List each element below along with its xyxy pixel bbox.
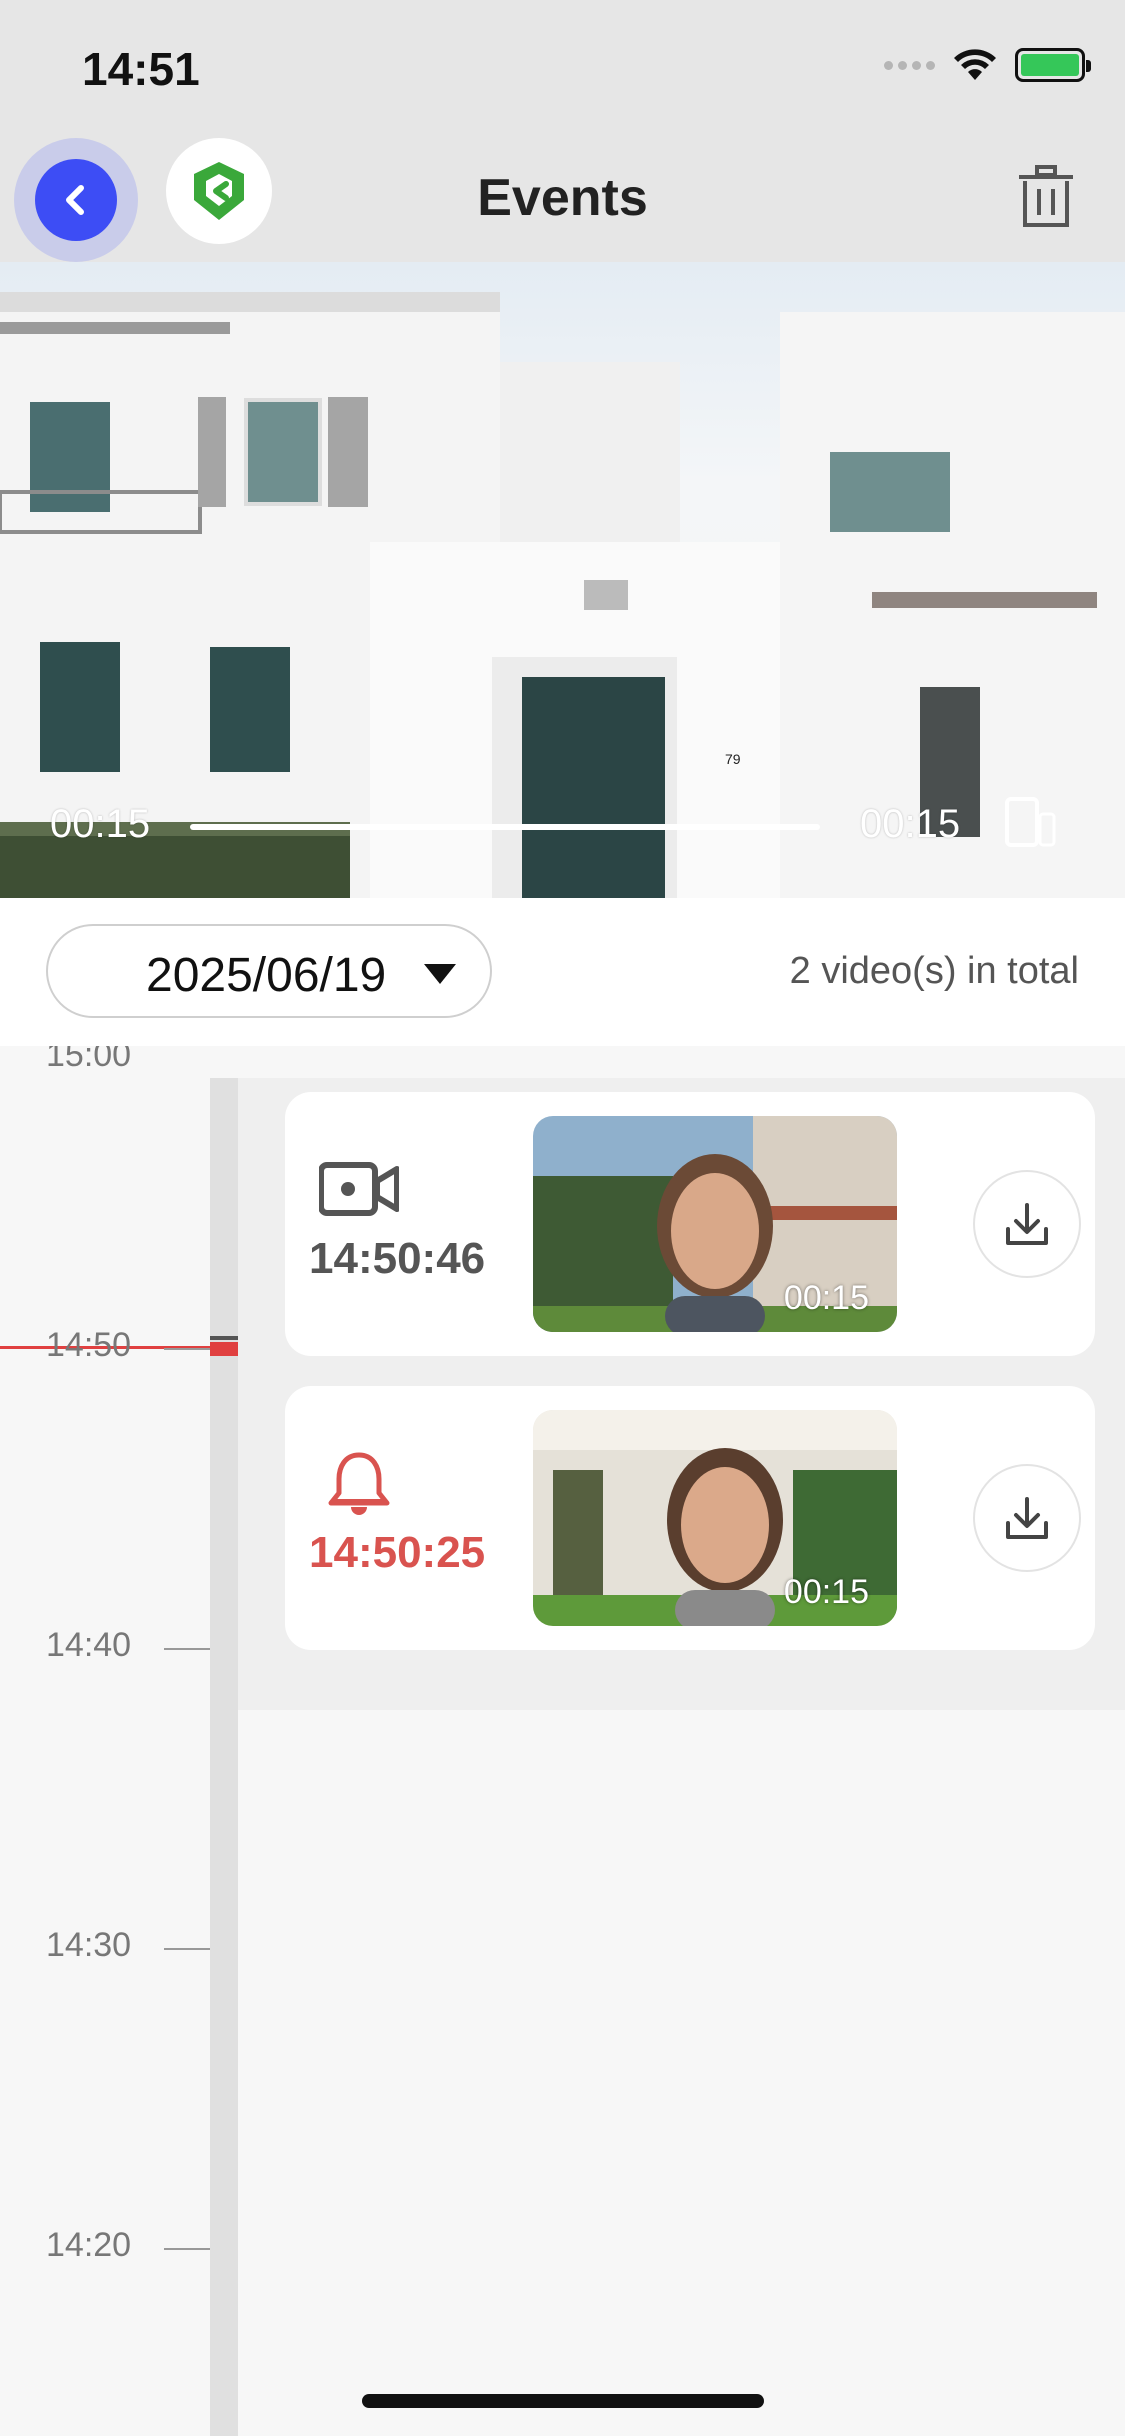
tick-label: 14:50 bbox=[46, 1326, 132, 1364]
tick-mark bbox=[164, 1648, 210, 1650]
download-icon bbox=[1006, 1497, 1048, 1539]
brand-logo bbox=[166, 138, 272, 244]
duration-time: 00:15 bbox=[860, 802, 961, 846]
event-card[interactable]: 14:50:46 00:15 bbox=[285, 1092, 1095, 1356]
video-player[interactable]: 79 00:15 00:15 bbox=[0, 262, 1125, 898]
status-bar: 14:51 bbox=[0, 0, 1125, 130]
event-marker bbox=[210, 1342, 238, 1356]
download-icon bbox=[1006, 1203, 1048, 1245]
wifi-icon bbox=[954, 49, 996, 80]
fullscreen-button[interactable] bbox=[995, 792, 1065, 852]
tick-label: 14:30 bbox=[46, 1926, 132, 1964]
download-button[interactable] bbox=[973, 1464, 1081, 1572]
battery-icon bbox=[1015, 48, 1091, 82]
cellular-signal-icon bbox=[884, 60, 935, 70]
thumbnail-duration: 00:15 bbox=[783, 1573, 869, 1611]
date-dropdown[interactable]: 2025/06/19 bbox=[46, 924, 492, 1018]
header: Events bbox=[0, 130, 1125, 262]
chevron-left-icon bbox=[66, 185, 84, 215]
event-timeline[interactable]: 15:00 14:50 14:40 14:30 14:20 14:50:46 0… bbox=[0, 1046, 1125, 2436]
current-time: 00:15 bbox=[50, 802, 151, 846]
event-thumbnail[interactable]: 00:15 bbox=[533, 1410, 897, 1626]
event-thumbnail[interactable]: 00:15 bbox=[533, 1116, 897, 1332]
tick-mark bbox=[164, 1948, 210, 1950]
tick-label: 14:20 bbox=[46, 2226, 132, 2264]
fullscreen-icon bbox=[1005, 797, 1056, 847]
event-time: 14:50:25 bbox=[309, 1528, 486, 1577]
download-button[interactable] bbox=[973, 1170, 1081, 1278]
selected-date: 2025/06/19 bbox=[146, 949, 387, 1002]
date-filter-bar: 2025/06/19 2 video(s) in total bbox=[0, 898, 1125, 1046]
tick-mark bbox=[164, 2248, 210, 2250]
video-camera-icon bbox=[319, 1154, 399, 1224]
back-button[interactable] bbox=[14, 138, 138, 262]
video-count: 2 video(s) in total bbox=[789, 950, 1079, 992]
event-marker bbox=[210, 1336, 238, 1340]
caret-down-icon bbox=[424, 964, 456, 984]
status-icons bbox=[884, 48, 1091, 82]
trash-icon bbox=[1019, 165, 1073, 227]
tick-label-partial: 15:00 bbox=[46, 1046, 132, 1074]
bell-icon bbox=[319, 1448, 399, 1518]
timeline-track[interactable] bbox=[210, 1078, 238, 2436]
progress-bar[interactable] bbox=[190, 824, 820, 830]
shield-logo-icon bbox=[194, 162, 244, 220]
event-card[interactable]: 14:50:25 00:15 bbox=[285, 1386, 1095, 1650]
delete-button[interactable] bbox=[1011, 162, 1081, 232]
tick-label: 14:40 bbox=[46, 1626, 132, 1664]
tick-mark bbox=[164, 1348, 210, 1350]
event-time: 14:50:46 bbox=[309, 1234, 486, 1283]
status-time: 14:51 bbox=[82, 43, 200, 95]
house-number: 79 bbox=[725, 751, 741, 767]
home-indicator[interactable] bbox=[362, 2394, 764, 2408]
thumbnail-duration: 00:15 bbox=[783, 1279, 869, 1317]
